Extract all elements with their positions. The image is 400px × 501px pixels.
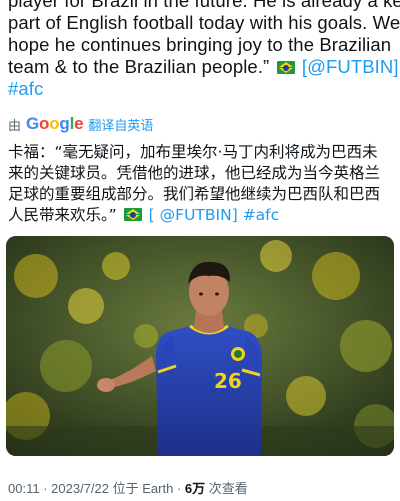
tweet-detail-view: player for Brazil in the future. He is a… [0, 0, 400, 501]
translated-text: 卡福：“毫无疑问，加布里埃尔·马丁内利将成为巴西未 来的关键球员。凭借他的进球，… [8, 142, 400, 226]
tweet-text-line: part of English football today with his … [8, 12, 400, 33]
translated-from-link[interactable]: 翻译自英语 [88, 115, 153, 134]
meta-separator: · [176, 481, 182, 496]
brazil-flag-icon [276, 61, 295, 74]
translated-text-line: 卡福：“毫无疑问，加布里埃尔·马丁内利将成为巴西未 [8, 143, 378, 161]
tweet-date: 2023/7/22 [51, 481, 110, 496]
views-count[interactable]: 6万 [185, 481, 205, 496]
tweet-text-line-last: team & to the Brazilian people.” [@FUTBI… [8, 56, 399, 78]
mention-link[interactable]: @FUTBIN [307, 56, 393, 77]
google-logo: Google [26, 114, 84, 133]
bracket-close: ] [231, 206, 238, 224]
translated-text-line: 人民带来欢乐。” [8, 206, 117, 224]
bracket-open: [ [148, 206, 155, 224]
translated-text-line: 来的关键球员。凭借他的进球，他已经成为当今英格兰 [8, 164, 381, 182]
translated-text-line: 足球的重要组成部分。我们希望他继续为巴西队和巴西 [8, 185, 381, 203]
tweet-location: 位于 Earth [112, 481, 174, 496]
mention-link[interactable]: @FUTBIN [160, 206, 232, 224]
tweet-body: player for Brazil in the future. He is a… [0, 0, 400, 100]
hashtag-link[interactable]: #afc [243, 206, 279, 224]
tweet-photo[interactable]: 26 [6, 236, 394, 456]
tweet-text: player for Brazil in the future. He is a… [8, 0, 400, 100]
tweet-text-line: player for Brazil in the future. He is a… [8, 0, 400, 11]
views-label: 次查看 [208, 481, 248, 496]
translation-attribution: 由 Google 翻译自英语 [8, 114, 153, 134]
bracket-close: ] [393, 56, 399, 77]
tweet-text-line: team & to the Brazilian people.” [8, 56, 270, 77]
player-photo-illustration: 26 [6, 236, 394, 456]
jersey-number: 26 [214, 369, 242, 393]
translated-by-label: 由 [8, 117, 22, 133]
tweet-text-line: hope he continues bringing joy to the Br… [8, 34, 392, 55]
tweet-meta: 00:11 · 2023/7/22 位于 Earth · 6万 次查看 [8, 478, 248, 497]
tweet-time: 00:11 [8, 481, 40, 496]
meta-separator: · [43, 481, 48, 496]
hashtag-link[interactable]: #afc [8, 78, 43, 99]
translated-text-line-last: 人民带来欢乐。” [ @FUTBIN] #afc [8, 205, 400, 226]
brazil-flag-icon [123, 208, 142, 221]
